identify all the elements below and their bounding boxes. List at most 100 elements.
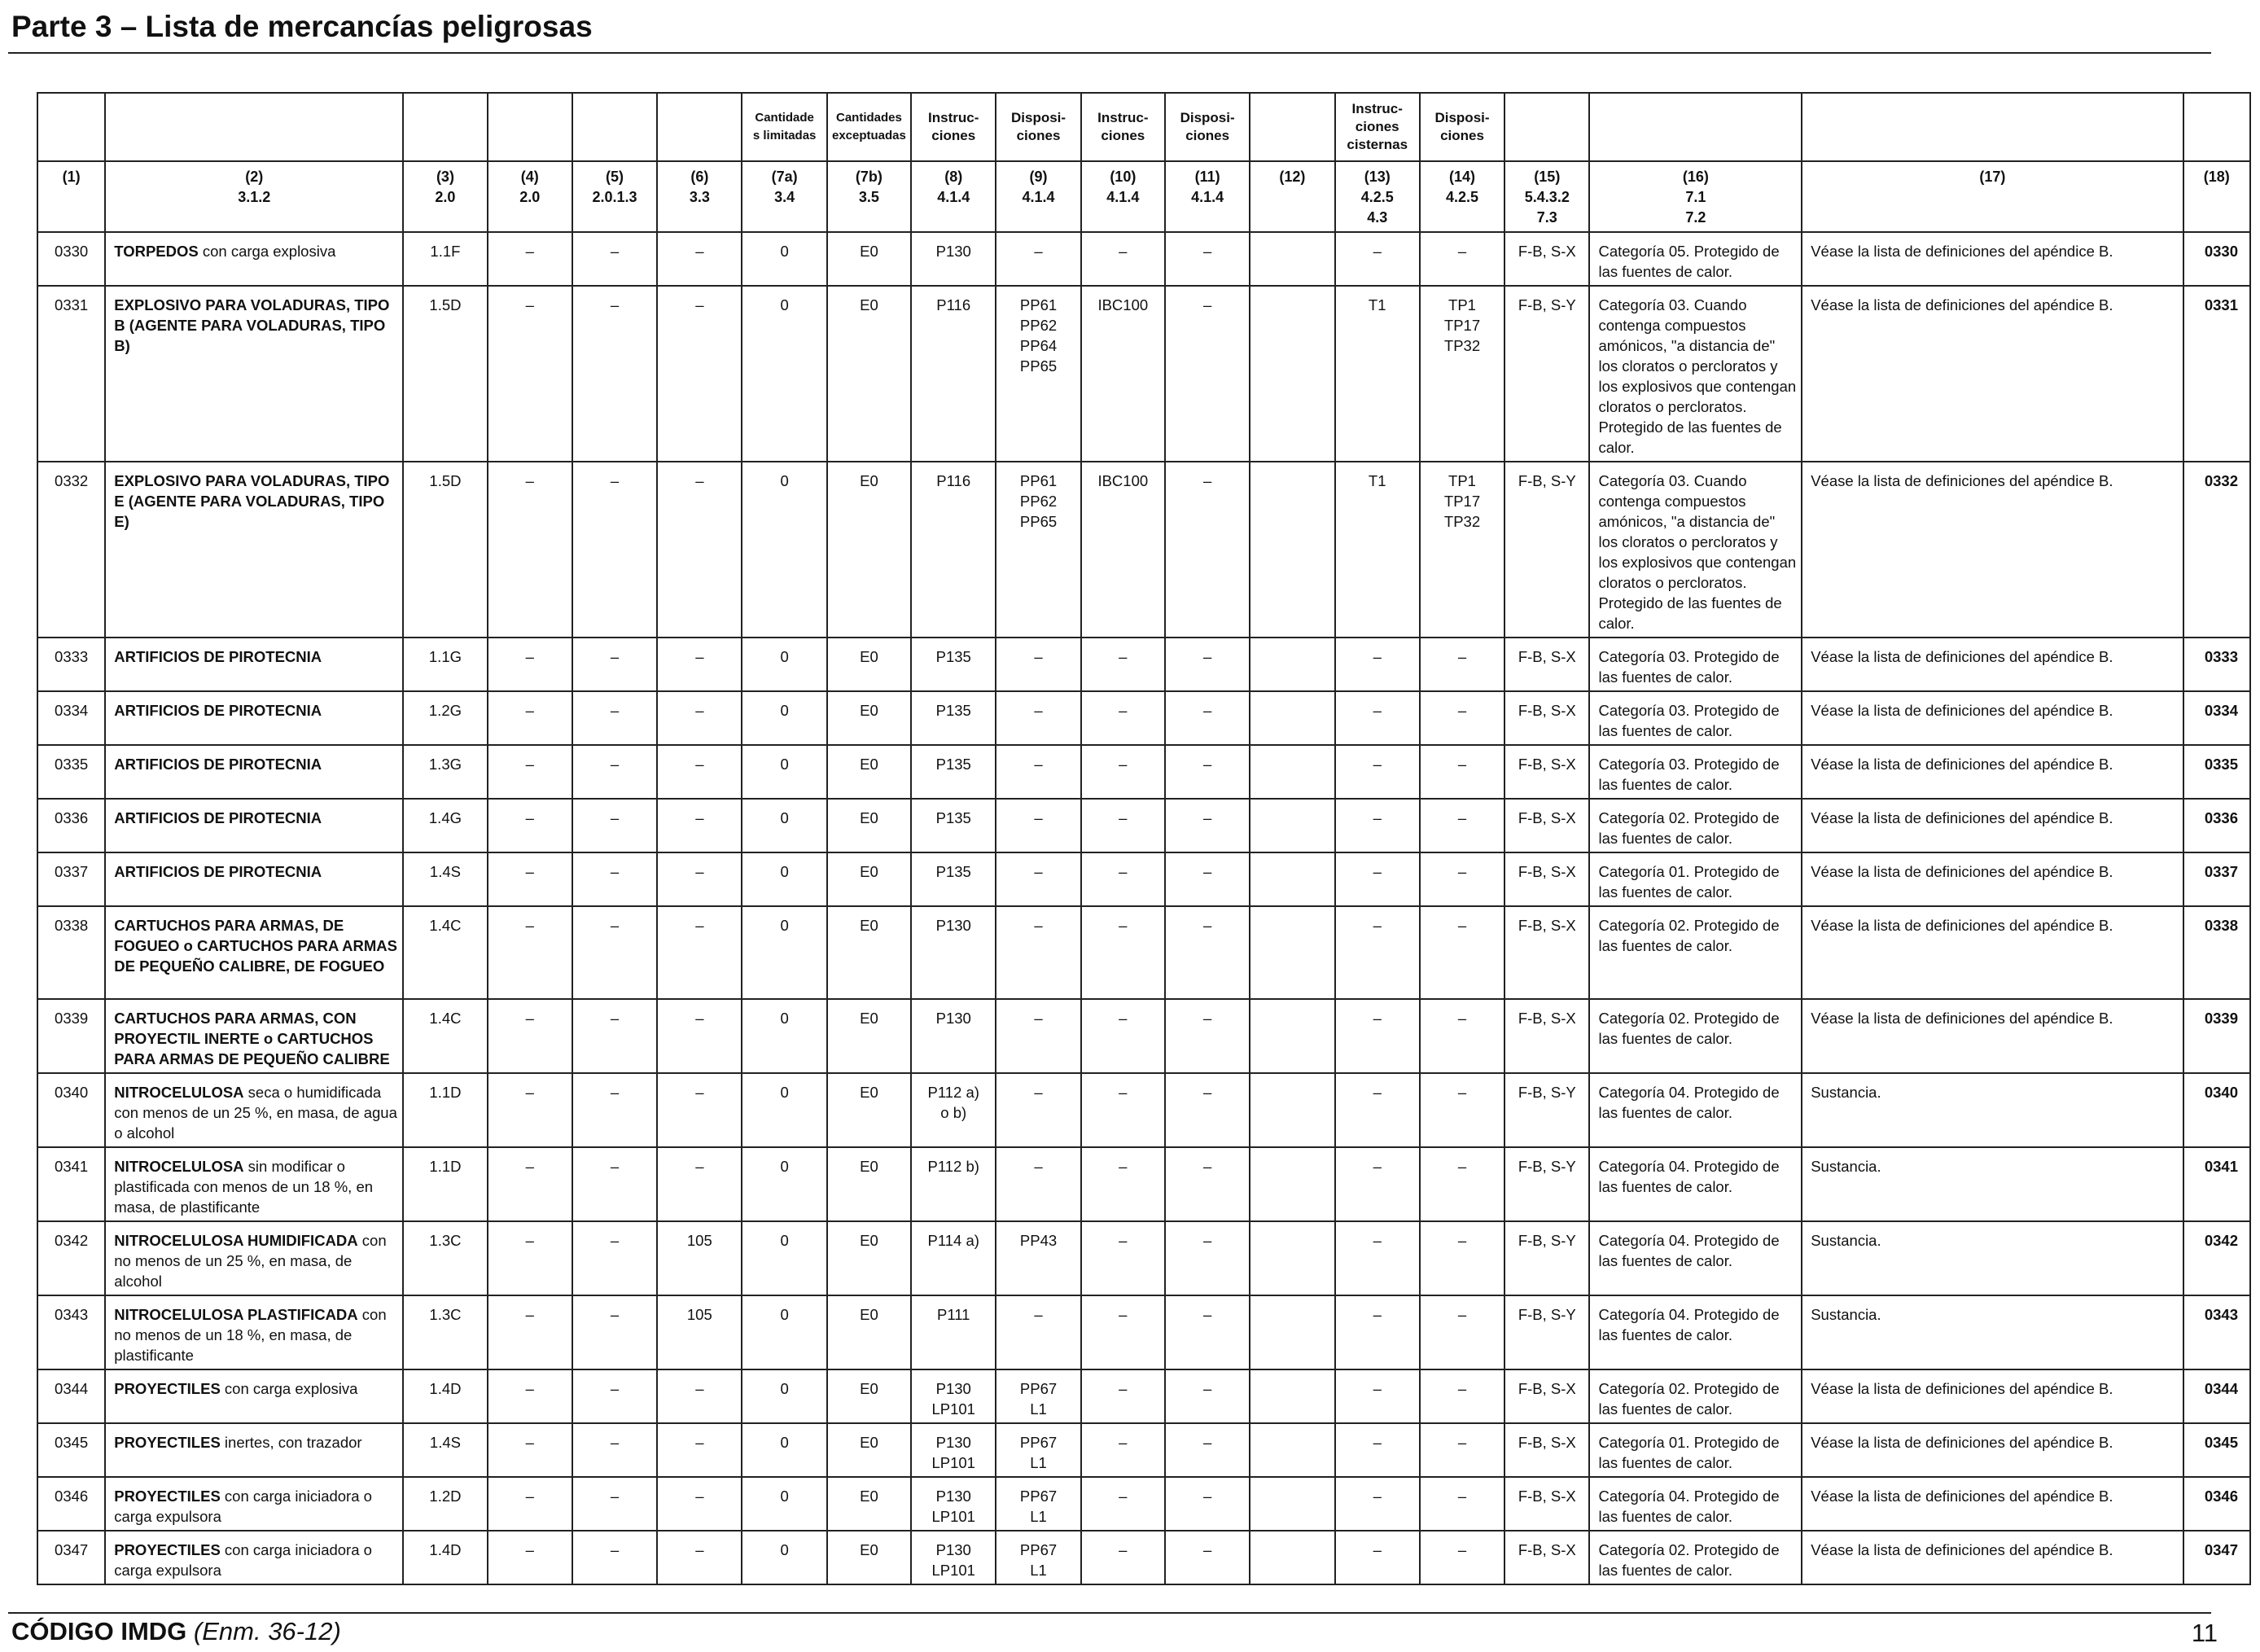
column-12: [1249, 744, 1336, 800]
tank-instructions: –: [1334, 852, 1421, 907]
column-12: [1249, 690, 1336, 746]
ibc-instructions: –: [1080, 852, 1166, 907]
properties-observations: Véase la lista de definiciones del apénd…: [1801, 231, 2184, 287]
packing-instructions: P111: [910, 1295, 997, 1370]
packing-instructions: P116: [910, 285, 997, 462]
tank-provisions: –: [1418, 798, 1506, 853]
ibc-provisions: –: [1163, 285, 1251, 462]
column-12: [1249, 905, 1336, 1000]
class-division: 1.1F: [402, 231, 488, 287]
stowage-handling: Categoría 04. Protegido de las fuentes d…: [1588, 1146, 1803, 1222]
un-number-right: 0339: [2182, 998, 2252, 1074]
proper-shipping-name: TORPEDOS con carga explosiva: [104, 231, 405, 287]
name-main: ARTIFICIOS DE PIROTECNIA: [114, 863, 322, 880]
un-number-right: 0337: [2182, 852, 2252, 907]
subsidiary-risk: –: [486, 461, 573, 638]
column-header-name: Disposi- ciones: [995, 92, 1082, 162]
subsidiary-risk: –: [486, 852, 573, 907]
limited-quantities: 0: [741, 1476, 828, 1531]
table-row: 0345 PROYECTILES inertes, con trazador 1.4…: [36, 1422, 2252, 1478]
tank-instructions: –: [1334, 1220, 1421, 1296]
subsidiary-risk: –: [486, 690, 573, 746]
packing-provisions: PP67 L1: [995, 1476, 1082, 1531]
proper-shipping-name: NITROCELULOSA sin modificar o plastifica…: [104, 1146, 405, 1222]
column-header-name: [36, 92, 107, 162]
subsidiary-risk: –: [486, 231, 573, 287]
subsidiary-risk: –: [486, 998, 573, 1074]
packing-instructions: P130 LP101: [910, 1476, 997, 1531]
stowage-handling: Categoría 04. Protegido de las fuentes d…: [1588, 1220, 1803, 1296]
name-main: CARTUCHOS PARA ARMAS, CON PROYECTIL INER…: [114, 1010, 390, 1067]
special-provisions: –: [656, 1369, 743, 1424]
tank-instructions: –: [1334, 744, 1421, 800]
column-header-name: Instruc- ciones cisternas: [1334, 92, 1421, 162]
packing-provisions: –: [995, 637, 1082, 692]
column-header-name: Instruc- ciones: [910, 92, 997, 162]
stowage-handling: Categoría 05. Protegido de las fuentes d…: [1588, 231, 1803, 287]
packing-provisions: –: [995, 998, 1082, 1074]
un-number-right: 0332: [2182, 461, 2252, 638]
tank-instructions: T1: [1334, 285, 1421, 462]
name-main: ARTIFICIOS DE PIROTECNIA: [114, 809, 322, 826]
packing-group: –: [571, 231, 659, 287]
ems: F-B, S-X: [1504, 798, 1591, 853]
ibc-provisions: –: [1163, 1422, 1251, 1478]
stowage-handling: Categoría 02. Protegido de las fuentes d…: [1588, 798, 1803, 853]
name-main: PROYECTILES: [114, 1434, 221, 1451]
proper-shipping-name: EXPLOSIVO PARA VOLADURAS, TIPO B (AGENTE…: [104, 285, 405, 462]
ibc-instructions: –: [1080, 744, 1166, 800]
tank-provisions: –: [1418, 744, 1506, 800]
packing-group: –: [571, 1072, 659, 1148]
class-division: 1.1G: [402, 637, 488, 692]
stowage-handling: Categoría 02. Protegido de las fuentes d…: [1588, 905, 1803, 1000]
limited-quantities: 0: [741, 852, 828, 907]
subsidiary-risk: –: [486, 1476, 573, 1531]
limited-quantities: 0: [741, 461, 828, 638]
column-header-ref: (9) 4.1.4: [995, 160, 1082, 233]
special-provisions: –: [656, 1422, 743, 1478]
subsidiary-risk: –: [486, 744, 573, 800]
un-number: 0346: [36, 1476, 107, 1531]
un-number: 0340: [36, 1072, 107, 1148]
properties-observations: Sustancia.: [1801, 1146, 2184, 1222]
packing-provisions: –: [995, 690, 1082, 746]
tank-instructions: –: [1334, 1295, 1421, 1370]
packing-provisions: –: [995, 798, 1082, 853]
proper-shipping-name: ARTIFICIOS DE PIROTECNIA: [104, 637, 405, 692]
stowage-handling: Categoría 02. Protegido de las fuentes d…: [1588, 998, 1803, 1074]
class-division: 1.4D: [402, 1530, 488, 1585]
column-header-ref: (6) 3.3: [656, 160, 743, 233]
table-row: 0346 PROYECTILES con carga iniciadora o c…: [36, 1476, 2252, 1531]
footer-divider: [8, 1612, 2211, 1614]
properties-observations: Véase la lista de definiciones del apénd…: [1801, 285, 2184, 462]
ems: F-B, S-X: [1504, 905, 1591, 1000]
ibc-provisions: –: [1163, 852, 1251, 907]
packing-instructions: P135: [910, 852, 997, 907]
un-number-right: 0333: [2182, 637, 2252, 692]
proper-shipping-name: PROYECTILES con carga iniciadora o carga…: [104, 1476, 405, 1531]
properties-observations: Véase la lista de definiciones del apénd…: [1801, 905, 2184, 1000]
column-header-ref: (13) 4.2.5 4.3: [1334, 160, 1421, 233]
table-row: 0341 NITROCELULOSA sin modificar o plasti…: [36, 1146, 2252, 1222]
column-header-name: [402, 92, 488, 162]
stowage-handling: Categoría 01. Protegido de las fuentes d…: [1588, 1422, 1803, 1478]
ems: F-B, S-X: [1504, 744, 1591, 800]
packing-group: –: [571, 1530, 659, 1585]
page-number: 11: [2191, 1619, 2218, 1647]
un-number: 0330: [36, 231, 107, 287]
proper-shipping-name: PROYECTILES con carga explosiva: [104, 1369, 405, 1424]
proper-shipping-name: NITROCELULOSA PLASTIFICADA con no menos …: [104, 1295, 405, 1370]
column-12: [1249, 998, 1336, 1074]
table-row: 0332 EXPLOSIVO PARA VOLADURAS, TIPO E (AG…: [36, 461, 2252, 638]
tank-instructions: –: [1334, 1422, 1421, 1478]
name-main: ARTIFICIOS DE PIROTECNIA: [114, 702, 322, 719]
ems: F-B, S-X: [1504, 637, 1591, 692]
special-provisions: 105: [656, 1220, 743, 1296]
packing-provisions: PP61 PP62 PP64 PP65: [995, 285, 1082, 462]
ems: F-B, S-Y: [1504, 1295, 1591, 1370]
special-provisions: –: [656, 998, 743, 1074]
un-number-right: 0336: [2182, 798, 2252, 853]
stowage-handling: Categoría 04. Protegido de las fuentes d…: [1588, 1476, 1803, 1531]
column-header-ref: (1): [36, 160, 107, 233]
tank-provisions: –: [1418, 1146, 1506, 1222]
